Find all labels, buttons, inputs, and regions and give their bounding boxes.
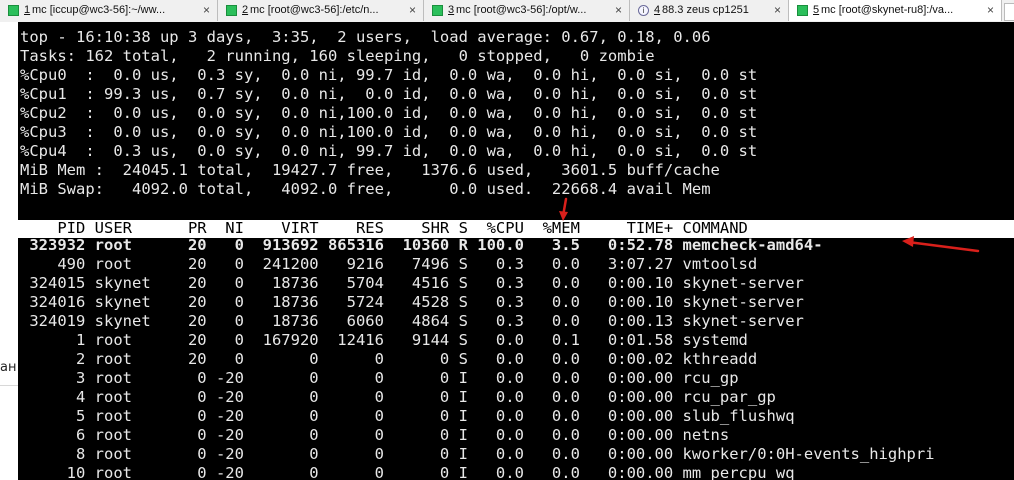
tab-1[interactable]: 1 mc [iccup@wc3-56]:~/ww... ×: [0, 0, 218, 21]
new-tab-button[interactable]: [1004, 3, 1014, 21]
process-row: 324015 skynet 20 0 18736 5704 4516 S 0.3…: [20, 274, 804, 292]
tab-number: 5: [813, 4, 820, 16]
terminal-tab-bar: 1 mc [iccup@wc3-56]:~/ww... × 2 mc [root…: [0, 0, 1014, 23]
terminal-icon: [797, 5, 808, 16]
swap-line: MiB Swap: 4092.0 total, 4092.0 free, 0.0…: [20, 180, 711, 198]
cpu-line: %Cpu3 : 0.0 us, 0.0 sy, 0.0 ni,100.0 id,…: [20, 123, 758, 141]
terminal-icon: [226, 5, 237, 16]
cpu-line: %Cpu1 : 99.3 us, 0.7 sy, 0.0 ni, 0.0 id,…: [20, 85, 758, 103]
uptime-line: top - 16:10:38 up 3 days, 3:35, 2 users,…: [20, 28, 711, 46]
tab-2[interactable]: 2 mc [root@wc3-56]:/etc/n... ×: [218, 0, 424, 21]
process-row: 490 root 20 0 241200 9216 7496 S 0.3 0.0…: [20, 255, 758, 273]
process-row: 3 root 0 -20 0 0 0 I 0.0 0.0 0:00.00 rcu…: [20, 369, 739, 387]
memory-line: MiB Mem : 24045.1 total, 19427.7 free, 1…: [20, 161, 720, 179]
info-icon: i: [638, 5, 649, 16]
process-row: 1 root 20 0 167920 12416 9144 S 0.0 0.1 …: [20, 331, 748, 349]
background-window-edge: ан: [0, 22, 18, 480]
tab-title: mc [iccup@wc3-56]:~/ww...: [32, 4, 166, 16]
tab-number: 3: [448, 4, 455, 16]
cpu-line: %Cpu2 : 0.0 us, 0.0 sy, 0.0 ni,100.0 id,…: [20, 104, 758, 122]
tasks-line: Tasks: 162 total, 2 running, 160 sleepin…: [20, 47, 655, 65]
tab-title: mc [root@wc3-56]:/opt/w...: [456, 4, 587, 16]
tab-5[interactable]: 5 mc [root@skynet-ru8]:/va... ×: [789, 0, 1002, 21]
background-text: ан: [0, 360, 17, 375]
tab-number: 2: [242, 4, 249, 16]
close-icon[interactable]: ×: [987, 0, 994, 21]
divider: [0, 385, 18, 386]
process-row: 6 root 0 -20 0 0 0 I 0.0 0.0 0:00.00 net…: [20, 426, 730, 444]
process-row: 324016 skynet 20 0 18736 5724 4528 S 0.3…: [20, 293, 804, 311]
cpu-line: %Cpu0 : 0.0 us, 0.3 sy, 0.0 ni, 99.7 id,…: [20, 66, 758, 84]
close-icon[interactable]: ×: [203, 0, 210, 21]
terminal-screen[interactable]: top - 16:10:38 up 3 days, 3:35, 2 users,…: [18, 22, 1014, 480]
tab-number: 4: [654, 4, 661, 16]
tab-number: 1: [24, 4, 31, 16]
tab-3[interactable]: 3 mc [root@wc3-56]:/opt/w... ×: [424, 0, 630, 21]
process-row: 10 root 0 -20 0 0 0 I 0.0 0.0 0:00.00 mm…: [20, 464, 795, 480]
close-icon[interactable]: ×: [409, 0, 416, 21]
close-icon[interactable]: ×: [774, 0, 781, 21]
process-row: 4 root 0 -20 0 0 0 I 0.0 0.0 0:00.00 rcu…: [20, 388, 776, 406]
terminal-icon: [432, 5, 443, 16]
process-row: 2 root 20 0 0 0 0 S 0.0 0.0 0:00.02 kthr…: [20, 350, 758, 368]
tab-title: 88.3 zeus cp1251: [662, 4, 749, 16]
close-icon[interactable]: ×: [615, 0, 622, 21]
process-row: 323932 root 20 0 913692 865316 10360 R 1…: [20, 236, 823, 254]
terminal-icon: [8, 5, 19, 16]
tab-title: mc [root@skynet-ru8]:/va...: [821, 4, 954, 16]
process-row: 5 root 0 -20 0 0 0 I 0.0 0.0 0:00.00 slu…: [20, 407, 795, 425]
tab-title: mc [root@wc3-56]:/etc/n...: [250, 4, 379, 16]
process-row: 324019 skynet 20 0 18736 6060 4864 S 0.3…: [20, 312, 804, 330]
cpu-line: %Cpu4 : 0.3 us, 0.0 sy, 0.0 ni, 99.7 id,…: [20, 142, 758, 160]
tab-4[interactable]: i 4 88.3 zeus cp1251 ×: [630, 0, 789, 21]
process-row: 8 root 0 -20 0 0 0 I 0.0 0.0 0:00.00 kwo…: [20, 445, 935, 463]
